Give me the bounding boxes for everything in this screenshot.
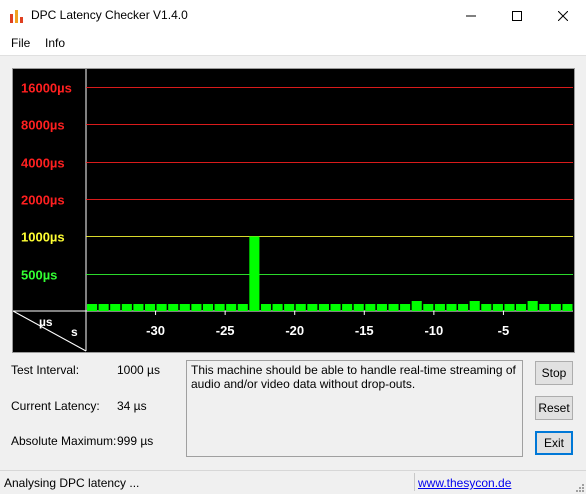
latency-bar [492,304,503,311]
resize-grip-icon[interactable] [574,482,584,492]
latency-bar [365,304,376,311]
latency-bar [214,304,225,311]
latency-bar [458,304,469,311]
latency-bar [411,301,422,311]
exit-button[interactable]: Exit [535,431,573,455]
latency-chart: µs s 16000µs 8000µs 4000µs 2000µs 1000µs 500µs -… [12,68,575,353]
latency-bar [376,304,387,311]
x-tick-label--20: -20 [285,323,304,338]
close-icon [558,10,568,21]
latency-bar [318,304,329,311]
latency-bar [307,304,318,311]
latency-bar [249,236,260,311]
test-interval-value: 1000 µs [117,363,160,377]
x-tick-label--5: -5 [498,323,510,338]
axis-unit-s: s [71,325,78,339]
minimize-button[interactable] [448,0,494,31]
y-tick-label-1000: 1000µs [21,230,65,245]
menu-info[interactable]: Info [45,36,65,50]
latency-bar [284,304,295,311]
latency-bar [121,304,132,311]
latency-bar [562,304,573,311]
latency-bar [469,301,480,311]
x-tick-label--25: -25 [216,323,235,338]
current-latency-value: 34 µs [117,399,147,413]
latency-bar [330,304,341,311]
reset-button[interactable]: Reset [535,396,573,420]
x-tick-label--30: -30 [146,323,165,338]
y-tick-label-2000: 2000µs [21,193,65,208]
latency-bar [423,304,434,311]
latency-bar [202,304,214,311]
absolute-maximum-value: 999 µs [117,434,154,448]
latency-bar [110,304,121,311]
status-bar: Analysing DPC latency ... www.thesycon.d… [0,470,586,494]
latency-chart-svg: µs s 16000µs 8000µs 4000µs 2000µs 1000µs 500µs -… [13,69,573,352]
latency-bar [342,304,353,311]
maximize-button[interactable] [494,0,540,31]
latency-bar [504,304,515,311]
latency-bar [168,304,179,311]
minimize-icon [466,15,476,16]
menu-info-label: Info [45,36,66,50]
latency-bar [353,304,364,311]
close-button[interactable] [540,0,586,31]
y-tick-label-8000: 8000µs [21,118,65,133]
latency-bar [481,304,492,311]
axis-unit-us: µs [39,315,53,329]
absolute-maximum-label: Absolute Maximum: [11,434,117,448]
test-interval-label: Test Interval: [11,363,80,377]
latency-bar [191,304,202,311]
maximize-icon [512,10,522,21]
latency-bar [144,304,156,311]
x-tick-label--15: -15 [355,323,374,338]
latency-bar [226,304,237,311]
latency-bar [98,304,109,311]
status-text: Analysing DPC latency ... [4,476,140,490]
menu-bar: File Info [0,31,586,56]
website-link[interactable]: www.thesycon.de [418,476,511,490]
latency-bar [527,301,538,311]
window-title: DPC Latency Checker V1.4.0 [31,8,188,22]
current-latency-label: Current Latency: [11,399,100,413]
latency-bar [550,304,561,311]
latency-bar [295,304,306,311]
latency-bar [272,304,283,311]
title-bar: DPC Latency Checker V1.4.0 [0,0,586,31]
menu-file[interactable]: File [11,36,30,50]
latency-bar [179,304,190,311]
latency-bar [87,304,98,311]
latency-bar [539,304,550,311]
latency-bar [260,304,272,311]
menu-file-label: File [11,36,31,50]
latency-bar [516,304,527,311]
latency-bar [133,304,144,311]
y-tick-label-4000: 4000µs [21,156,65,171]
y-tick-label-16000: 16000µs [21,81,72,96]
status-message-box: This machine should be able to handle re… [186,360,523,457]
stop-button[interactable]: Stop [535,361,573,385]
y-tick-label-500: 500µs [21,268,57,283]
latency-bar [400,304,411,311]
latency-bar [156,304,167,311]
status-separator [414,473,415,491]
latency-bar [434,304,445,311]
latency-bar [446,304,457,311]
latency-bar [388,304,399,311]
latency-bar [237,304,248,311]
x-tick-label--10: -10 [424,323,443,338]
app-icon [10,10,23,23]
